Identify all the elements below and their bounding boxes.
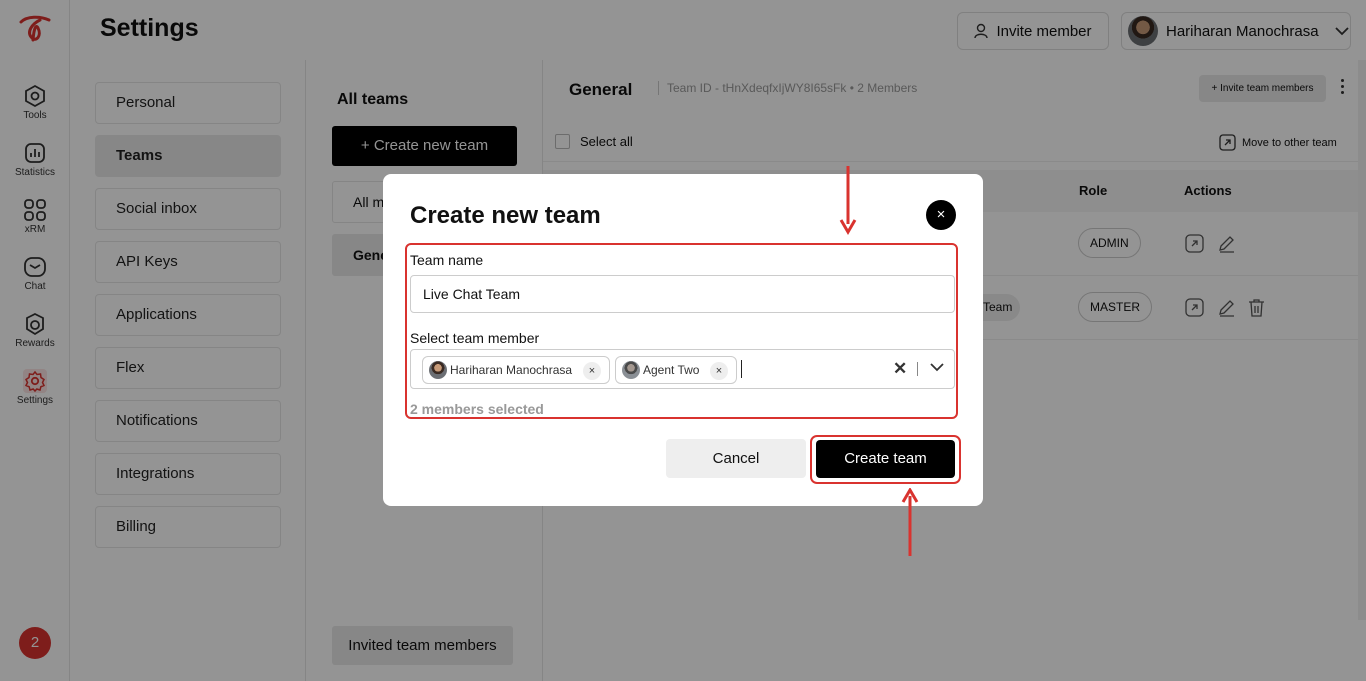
create-team-button[interactable]: Create team <box>816 440 955 478</box>
remove-member-icon[interactable]: × <box>710 362 728 380</box>
team-member-select[interactable]: Hariharan Manochrasa × Agent Two × ✕ <box>410 349 955 389</box>
clear-selection-icon[interactable]: ✕ <box>893 359 907 379</box>
team-name-input[interactable]: Live Chat Team <box>410 275 955 313</box>
divider <box>917 362 918 376</box>
chevron-down-icon[interactable] <box>930 363 944 372</box>
modal-title: Create new team <box>410 202 601 229</box>
create-team-modal: Create new team × Team name Live Chat Te… <box>383 174 983 506</box>
text-cursor <box>741 360 742 378</box>
member-tag: Agent Two × <box>615 356 737 384</box>
member-tag-label: Hariharan Manochrasa <box>450 363 573 377</box>
member-tag-label: Agent Two <box>643 363 700 377</box>
avatar <box>429 361 447 379</box>
avatar <box>622 361 640 379</box>
remove-member-icon[interactable]: × <box>583 362 601 380</box>
team-member-label: Select team member <box>410 330 540 346</box>
annotation-arrow-down-icon <box>839 166 857 235</box>
close-modal-button[interactable]: × <box>926 200 956 230</box>
member-tag: Hariharan Manochrasa × <box>422 356 610 384</box>
annotation-arrow-up-icon <box>901 488 919 556</box>
team-name-label: Team name <box>410 252 484 268</box>
cancel-button[interactable]: Cancel <box>666 439 806 478</box>
selected-count: 2 members selected <box>410 401 544 417</box>
